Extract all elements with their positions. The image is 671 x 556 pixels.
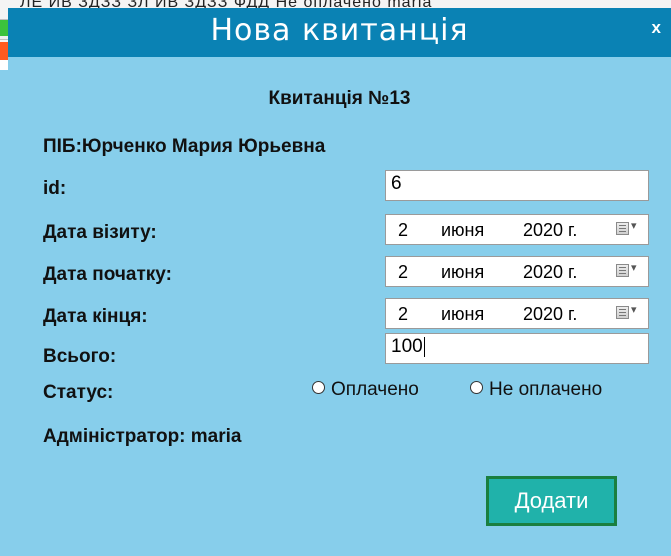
date-month: июня xyxy=(441,220,485,240)
start-date-label: Дата початку: xyxy=(43,264,172,285)
visit-date-picker[interactable]: 2 июня 2020 г. ▾ xyxy=(385,214,649,245)
status-label: Статус: xyxy=(43,382,114,403)
radio-circle-icon xyxy=(470,381,483,394)
calendar-icon[interactable] xyxy=(616,222,629,235)
close-button[interactable]: x xyxy=(652,18,661,38)
radio-circle-icon xyxy=(312,381,325,394)
row-status-marker xyxy=(0,20,8,36)
date-year: 2020 г. xyxy=(523,262,578,282)
title-bar: Нова квитанція x xyxy=(8,8,671,57)
date-month: июня xyxy=(441,262,485,282)
text-caret xyxy=(423,336,425,357)
date-year: 2020 г. xyxy=(523,220,578,240)
calendar-icon[interactable] xyxy=(616,264,629,277)
id-field[interactable]: 6 xyxy=(385,170,649,201)
id-label: id: xyxy=(43,178,67,199)
chevron-down-icon[interactable]: ▾ xyxy=(631,261,637,274)
radio-label: Оплачено xyxy=(331,379,419,400)
total-label: Всього: xyxy=(43,346,117,367)
end-date-label: Дата кінця: xyxy=(43,306,148,327)
total-field-value: 100 xyxy=(391,336,423,357)
receipt-heading: Квитанція №13 xyxy=(268,88,411,109)
date-day: 2 xyxy=(398,220,409,240)
calendar-icon[interactable] xyxy=(616,306,629,319)
total-field[interactable]: 100 xyxy=(385,333,649,364)
dialog-title: Нова квитанція xyxy=(210,13,469,48)
id-field-value: 6 xyxy=(391,173,402,194)
date-year: 2020 г. xyxy=(523,304,578,324)
chevron-down-icon[interactable]: ▾ xyxy=(631,303,637,316)
end-date-picker[interactable]: 2 июня 2020 г. ▾ xyxy=(385,298,649,329)
date-day: 2 xyxy=(398,262,409,282)
administrator-label: Адміністратор: maria xyxy=(43,426,242,447)
status-paid-radio[interactable]: Оплачено xyxy=(312,379,419,401)
status-unpaid-radio[interactable]: Не оплачено xyxy=(470,379,602,401)
date-day: 2 xyxy=(398,304,409,324)
add-button[interactable]: Додати xyxy=(486,476,617,526)
row-status-marker xyxy=(0,42,8,60)
chevron-down-icon[interactable]: ▾ xyxy=(631,219,637,232)
start-date-picker[interactable]: 2 июня 2020 г. ▾ xyxy=(385,256,649,287)
client-name-label: ПІБ:Юрченко Мария Юрьевна xyxy=(43,136,326,157)
date-month: июня xyxy=(441,304,485,324)
visit-date-label: Дата візиту: xyxy=(43,222,157,243)
radio-label: Не оплачено xyxy=(489,379,603,400)
new-receipt-dialog: Нова квитанція x Квитанція №13 ПІБ:Юрчен… xyxy=(8,8,671,556)
